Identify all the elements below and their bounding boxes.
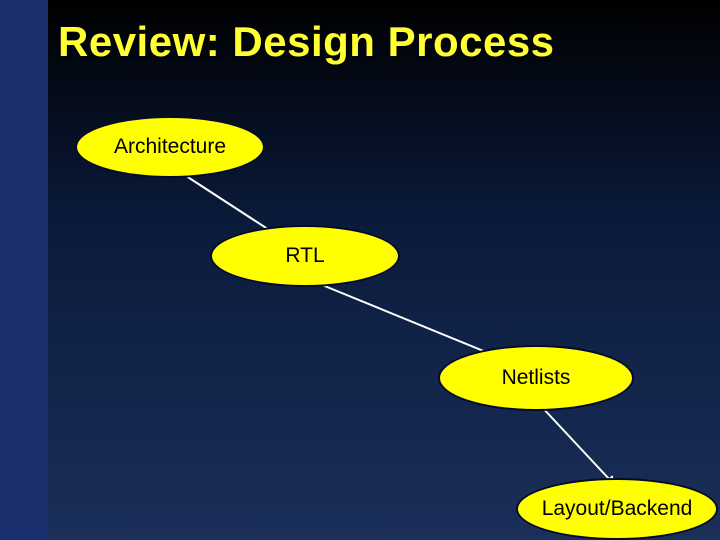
node-architecture: Architecture: [75, 116, 265, 178]
left-accent-bar: [0, 0, 48, 540]
node-label: Architecture: [114, 135, 226, 159]
node-label: RTL: [285, 244, 324, 268]
node-netlists: Netlists: [438, 345, 634, 411]
node-label: Netlists: [502, 366, 571, 390]
slide-title: Review: Design Process: [58, 18, 555, 66]
node-layout-backend: Layout/Backend: [516, 478, 718, 540]
slide: Review: Design Process Architecture RTL …: [0, 0, 720, 540]
node-rtl: RTL: [210, 225, 400, 287]
node-label: Layout/Backend: [542, 497, 693, 521]
